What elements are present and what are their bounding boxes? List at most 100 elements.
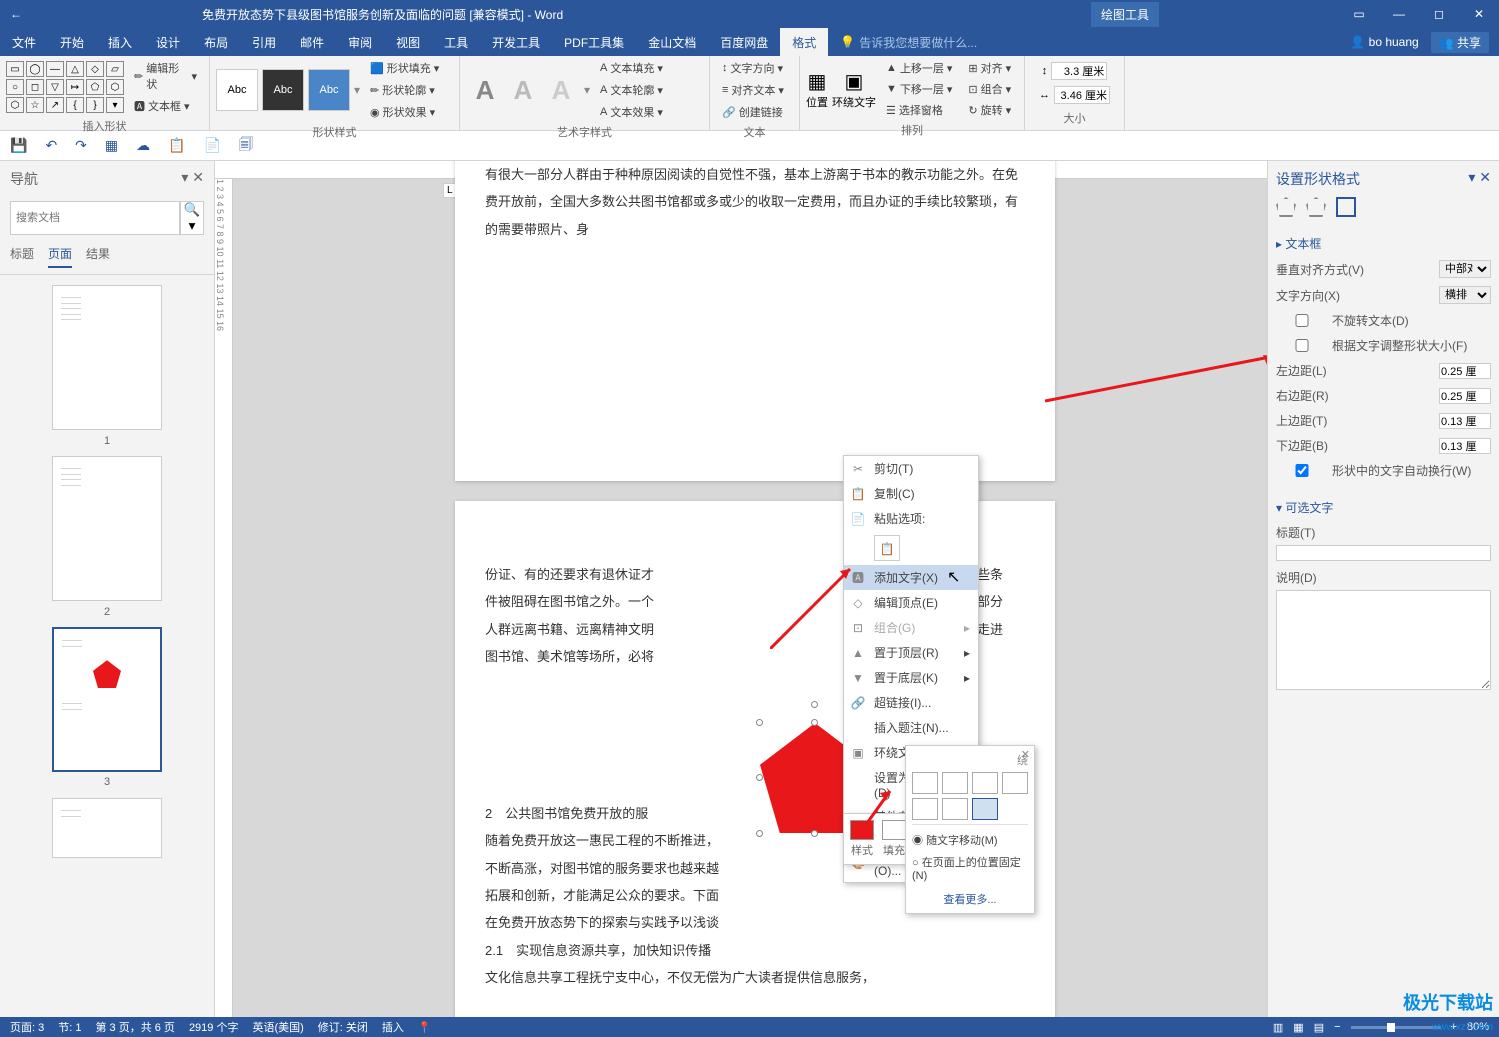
layout-opt-4[interactable] xyxy=(1002,772,1028,794)
vertical-ruler[interactable]: 1 2 3 4 5 6 7 8 9 10 11 12 13 14 15 16 xyxy=(215,179,233,1017)
undo-icon[interactable]: ↶ xyxy=(45,137,57,154)
tab-mail[interactable]: 邮件 xyxy=(288,28,336,56)
back-icon[interactable]: ← xyxy=(10,7,22,21)
status-track[interactable]: 修订: 关闭 xyxy=(318,1019,368,1035)
text-direction-button[interactable]: ↕ 文字方向 ▾ xyxy=(716,58,789,78)
status-section[interactable]: 节: 1 xyxy=(58,1019,81,1035)
nav-tab-headings[interactable]: 标题 xyxy=(10,245,34,268)
status-pageof[interactable]: 第 3 页，共 6 页 xyxy=(95,1019,174,1035)
tab-pdf[interactable]: PDF工具集 xyxy=(552,28,636,56)
fmt-section-textbox[interactable]: ▸ 文本框 xyxy=(1276,231,1491,256)
height-input[interactable] xyxy=(1051,62,1107,80)
fmt-desc-input[interactable] xyxy=(1276,590,1491,690)
ctx-edit-points[interactable]: ◇编辑顶点(E) xyxy=(844,590,978,615)
status-lang[interactable]: 英语(美国) xyxy=(252,1019,303,1035)
align-text-button[interactable]: ≡ 对齐文本 ▾ xyxy=(716,80,790,100)
minimize-icon[interactable]: — xyxy=(1379,0,1419,28)
save-icon[interactable]: 💾 xyxy=(10,137,27,154)
ctx-cut[interactable]: ✂剪切(T) xyxy=(844,456,978,481)
fmt-rm-input[interactable] xyxy=(1439,388,1491,404)
fmt-pane-close-icon[interactable]: ▾ ✕ xyxy=(1468,169,1491,189)
nav-tab-pages[interactable]: 页面 xyxy=(48,245,72,268)
tab-tools[interactable]: 工具 xyxy=(432,28,480,56)
zoom-slider[interactable] xyxy=(1351,1026,1441,1029)
layout-opt-5[interactable] xyxy=(912,798,938,820)
view-read-icon[interactable]: ▥ xyxy=(1273,1021,1283,1034)
share-button[interactable]: 👥 共享 xyxy=(1431,32,1489,53)
drawing-tools-tab[interactable]: 绘图工具 xyxy=(1091,2,1159,27)
maximize-icon[interactable]: ◻ xyxy=(1419,0,1459,28)
fmt-tab-textbox-icon[interactable] xyxy=(1336,197,1356,217)
text-fill-button[interactable]: A 文本填充 ▾ xyxy=(594,58,669,78)
layout-opt-1[interactable] xyxy=(912,772,938,794)
layout-opt-3[interactable] xyxy=(972,772,998,794)
fmt-norotate-check[interactable]: 不旋转文本(D) xyxy=(1276,312,1409,329)
tab-jinshan[interactable]: 金山文档 xyxy=(636,28,708,56)
shape-fill-button[interactable]: 🟦 形状填充 ▾ xyxy=(364,58,445,78)
shape-outline-button[interactable]: ✏ 形状轮廓 ▾ xyxy=(364,80,445,100)
qat-icon-3[interactable]: 📋 xyxy=(168,137,185,154)
fmt-tdir-select[interactable]: 横排 xyxy=(1439,286,1491,304)
selection-pane-button[interactable]: ☰ 选择窗格 xyxy=(880,100,958,120)
user-name[interactable]: 👤 bo huang xyxy=(1350,35,1418,49)
align-button[interactable]: ⊞ 对齐 ▾ xyxy=(962,58,1017,78)
doc-paragraph-1[interactable]: 有很大一部分人群由于种种原因阅读的自觉性不强，基本上游离于书本的教示功能之外。在… xyxy=(455,161,1055,253)
nav-tab-results[interactable]: 结果 xyxy=(86,245,110,268)
mini-style-button[interactable]: 样式 xyxy=(850,820,874,858)
ribbon-opts-icon[interactable]: ▭ xyxy=(1339,0,1379,28)
status-insert[interactable]: 插入 xyxy=(382,1019,404,1035)
wrap-text-button[interactable]: ▣环绕文字 xyxy=(832,69,876,110)
qat-icon-5[interactable]: 🗐 xyxy=(239,134,253,158)
nav-close-icon[interactable]: ▾ ✕ xyxy=(181,169,204,189)
status-page[interactable]: 页面: 3 xyxy=(10,1019,44,1035)
ctx-hyperlink[interactable]: 🔗超链接(I)... xyxy=(844,690,978,715)
layout-opt-2[interactable] xyxy=(942,772,968,794)
ctx-bottom[interactable]: ▼置于底层(K)▸ xyxy=(844,665,978,690)
paste-option-1[interactable]: 📋 xyxy=(874,535,900,561)
page-thumb-2[interactable]: ————————————————————2 xyxy=(52,456,162,601)
position-button[interactable]: ▦位置 xyxy=(806,69,828,110)
ctx-top[interactable]: ▲置于顶层(R)▸ xyxy=(844,640,978,665)
fmt-tab-fill-icon[interactable] xyxy=(1276,197,1296,217)
layout-see-more[interactable]: 查看更多... xyxy=(912,885,1028,907)
layout-opt-7[interactable] xyxy=(972,798,998,820)
tab-home[interactable]: 开始 xyxy=(48,28,96,56)
tab-devtools[interactable]: 开发工具 xyxy=(480,28,552,56)
fmt-tm-input[interactable] xyxy=(1439,413,1491,429)
nav-search-input[interactable] xyxy=(10,201,180,235)
close-icon[interactable]: ✕ xyxy=(1459,0,1499,28)
layout-radio-move[interactable]: ◉ 随文字移动(M) xyxy=(912,829,1028,851)
create-link-button[interactable]: 🔗 创建链接 xyxy=(716,102,789,122)
tab-format[interactable]: 格式 xyxy=(780,28,828,56)
fmt-autowrap-check[interactable]: 形状中的文字自动换行(W) xyxy=(1276,462,1471,479)
fmt-section-alttext[interactable]: ▾ 可选文字 xyxy=(1276,495,1491,520)
ctx-copy[interactable]: 📋复制(C) xyxy=(844,481,978,506)
shape-effect-button[interactable]: ◉ 形状效果 ▾ xyxy=(364,102,445,122)
rotate-button[interactable]: ↻ 旋转 ▾ xyxy=(962,100,1017,120)
redo-icon[interactable]: ↷ xyxy=(75,137,87,154)
tab-layout[interactable]: 布局 xyxy=(192,28,240,56)
mini-fill-button[interactable]: 填充 xyxy=(882,820,906,858)
send-backward-button[interactable]: ▼ 下移一层 ▾ xyxy=(880,79,958,99)
doc-paragraph-2a[interactable]: 份证、有的还要求有退休证才 件被阻碍在图书馆之外。一个 人群远离书籍、远离精神文… xyxy=(485,561,785,670)
fmt-autosize-check[interactable]: 根据文字调整形状大小(F) xyxy=(1276,337,1467,354)
tab-design[interactable]: 设计 xyxy=(144,28,192,56)
page-thumb-1[interactable]: —————————————————————————1 xyxy=(52,285,162,430)
layout-radio-fixed[interactable]: ○ 在页面上的位置固定(N) xyxy=(912,851,1028,885)
fmt-tab-effects-icon[interactable] xyxy=(1306,197,1326,217)
status-words[interactable]: 2919 个字 xyxy=(189,1019,239,1035)
qat-icon-2[interactable]: ☁ xyxy=(136,137,150,154)
tab-view[interactable]: 视图 xyxy=(384,28,432,56)
fmt-lm-input[interactable] xyxy=(1439,363,1491,379)
ctx-caption[interactable]: 插入题注(N)... xyxy=(844,715,978,740)
qat-icon-4[interactable]: 📄 xyxy=(204,137,221,154)
wordart-gallery[interactable]: AAA xyxy=(466,71,580,109)
page-thumb-4[interactable]: —————————— xyxy=(52,798,162,858)
fmt-title-input[interactable] xyxy=(1276,545,1491,561)
fmt-bm-input[interactable] xyxy=(1439,438,1491,454)
zoom-out-icon[interactable]: − xyxy=(1334,1021,1340,1033)
text-effect-button[interactable]: A 文本效果 ▾ xyxy=(594,102,669,122)
tab-references[interactable]: 引用 xyxy=(240,28,288,56)
view-web-icon[interactable]: ▤ xyxy=(1314,1021,1324,1034)
view-print-icon[interactable]: ▦ xyxy=(1293,1021,1303,1034)
